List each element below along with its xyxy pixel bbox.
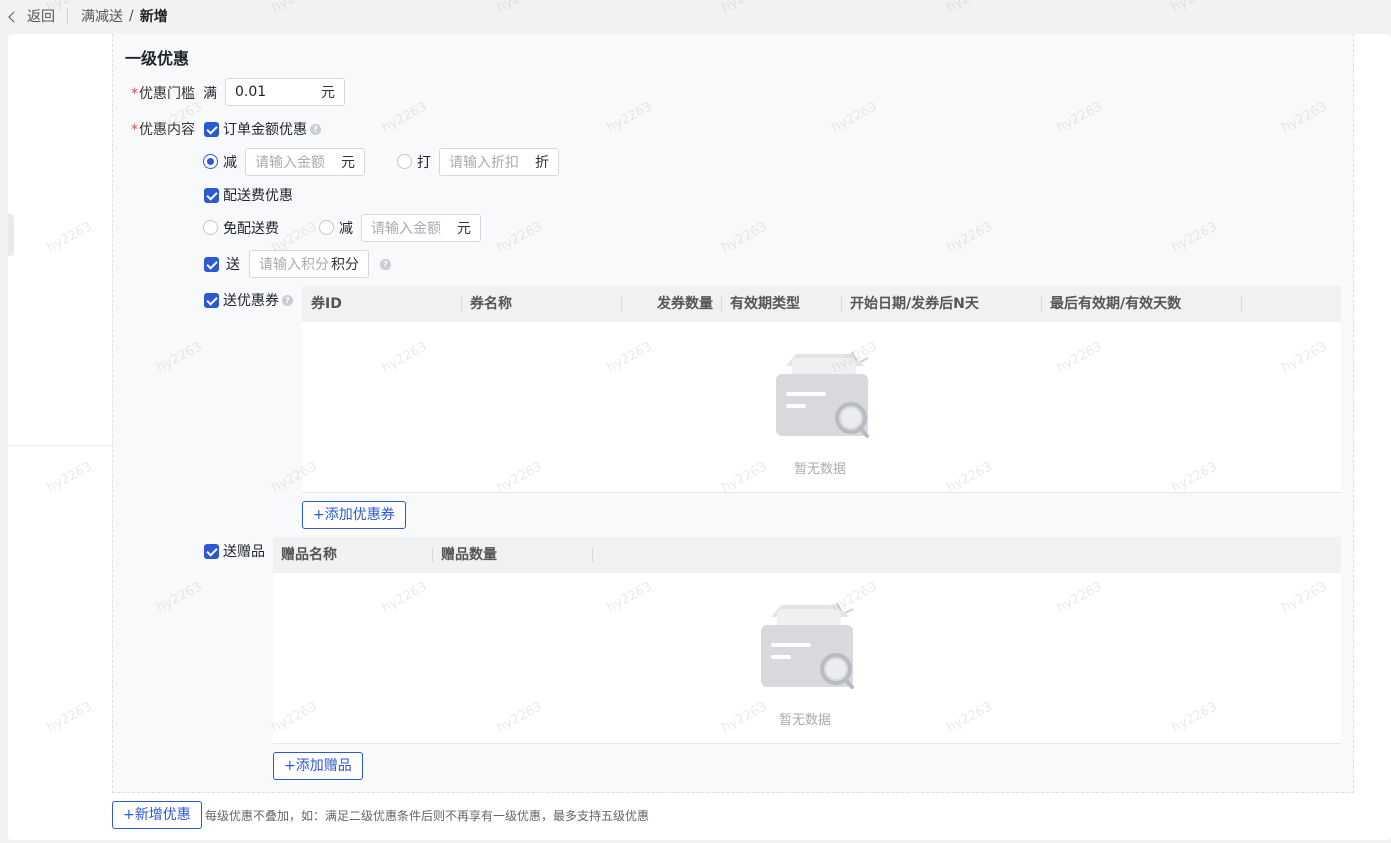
required-mark: * — [131, 122, 138, 138]
threshold-value: 0.01 — [235, 84, 267, 100]
table-bottom-border — [302, 492, 1341, 493]
column-header: 开始日期/发券后N天 — [850, 296, 979, 312]
threshold-label-text: 优惠门槛 — [139, 86, 195, 102]
divider — [8, 445, 112, 446]
threshold-unit: 元 — [321, 85, 335, 101]
column-divider — [621, 297, 622, 311]
column-divider — [432, 548, 433, 562]
order-amount-label: 订单金额优惠 — [223, 122, 307, 138]
level-hint: 每级优惠不叠加，如：满足二级优惠条件后则不再享有一级优惠，最多支持五级优惠 — [205, 809, 650, 823]
free-delivery-radio[interactable] — [203, 220, 218, 235]
divider — [67, 9, 68, 23]
back-label: 返回 — [27, 9, 55, 25]
points-unit: 积分 — [331, 257, 359, 273]
delivery-reduce-placeholder: 请输入金额 — [371, 221, 441, 237]
content-label: *优惠内容 — [131, 119, 195, 139]
column-header: 券ID — [311, 296, 342, 312]
empty-text: 暂无数据 — [779, 713, 832, 728]
add-coupon-button[interactable]: +添加优惠券 — [302, 501, 406, 529]
empty-box-icon — [776, 351, 869, 438]
column-divider — [461, 297, 462, 311]
breadcrumb-parent[interactable]: 满减送 — [81, 6, 123, 26]
points-label: 送 — [226, 257, 240, 273]
order-discount-placeholder: 请输入折扣 — [449, 155, 519, 171]
points-input[interactable]: 请输入积分 积分 — [249, 250, 369, 278]
points-placeholder: 请输入积分 — [259, 257, 329, 273]
required-mark: * — [131, 86, 138, 102]
free-delivery-label: 免配送费 — [223, 221, 279, 237]
delivery-label: 配送费优惠 — [223, 188, 293, 204]
delivery-reduce-unit: 元 — [457, 221, 471, 237]
column-divider — [841, 297, 842, 311]
delivery-reduce-label: 减 — [339, 221, 353, 237]
top-bar: 返回 满减送 / 新增 — [0, 0, 1391, 32]
column-header: 最后有效期/有效天数 — [1050, 296, 1182, 312]
level-title: 一级优惠 — [125, 49, 190, 68]
table-bottom-border — [273, 743, 1341, 744]
empty-box-icon — [761, 602, 854, 689]
empty-text: 暂无数据 — [794, 462, 847, 477]
order-discount-radio[interactable] — [397, 154, 412, 169]
threshold-input[interactable]: 0.01 元 — [225, 78, 345, 106]
order-discount-label: 打 — [417, 155, 431, 171]
column-header: 发券数量 — [657, 296, 713, 312]
coupons-table-header: 券ID 券名称 发券数量 有效期类型 开始日期/发券后N天 最后有效期/有效天数 — [302, 286, 1341, 322]
delivery-reduce-radio[interactable] — [319, 220, 334, 235]
gifts-table-header: 赠品名称 赠品数量 — [273, 537, 1341, 573]
gifts-table: 赠品名称 赠品数量 暂无数据 — [273, 537, 1341, 744]
threshold-prefix: 满 — [203, 86, 217, 102]
gifts-label: 送赠品 — [223, 544, 265, 560]
delivery-checkbox[interactable] — [204, 188, 219, 203]
gifts-checkbox[interactable] — [204, 544, 219, 559]
order-reduce-radio[interactable] — [203, 154, 218, 169]
points-checkbox[interactable] — [204, 257, 219, 272]
add-gift-button[interactable]: +添加赠品 — [273, 752, 363, 780]
content-label-text: 优惠内容 — [139, 122, 195, 138]
coupons-checkbox[interactable] — [204, 293, 219, 308]
column-header: 赠品名称 — [281, 547, 337, 563]
column-header: 有效期类型 — [730, 296, 800, 312]
column-divider — [721, 297, 722, 311]
breadcrumb-current: 新增 — [139, 9, 168, 25]
column-divider — [1241, 297, 1242, 311]
column-divider — [592, 548, 593, 562]
side-handle[interactable] — [8, 214, 14, 256]
threshold-label: *优惠门槛 — [131, 83, 195, 103]
order-reduce-input[interactable]: 请输入金额 元 — [245, 148, 365, 176]
order-amount-checkbox[interactable] — [204, 122, 219, 137]
add-level-button[interactable]: +新增优惠 — [112, 801, 202, 829]
breadcrumb-separator: / — [129, 8, 134, 24]
order-discount-input[interactable]: 请输入折扣 折 — [439, 148, 559, 176]
order-reduce-unit: 元 — [341, 155, 355, 171]
column-divider — [1041, 297, 1042, 311]
help-icon[interactable]: ? — [380, 259, 391, 270]
coupons-table: 券ID 券名称 发券数量 有效期类型 开始日期/发券后N天 最后有效期/有效天数… — [302, 286, 1341, 493]
column-header: 赠品数量 — [441, 547, 497, 563]
delivery-reduce-input[interactable]: 请输入金额 元 — [361, 214, 481, 242]
order-reduce-placeholder: 请输入金额 — [255, 155, 325, 171]
column-header: 券名称 — [470, 296, 512, 312]
back-button[interactable]: 返回 — [8, 6, 55, 26]
order-discount-unit: 折 — [535, 155, 549, 171]
chevron-left-icon — [8, 10, 20, 23]
help-icon[interactable]: ? — [310, 124, 321, 135]
help-icon[interactable]: ? — [282, 295, 293, 306]
order-reduce-label: 减 — [223, 155, 237, 171]
coupons-label: 送优惠券 — [223, 293, 279, 309]
